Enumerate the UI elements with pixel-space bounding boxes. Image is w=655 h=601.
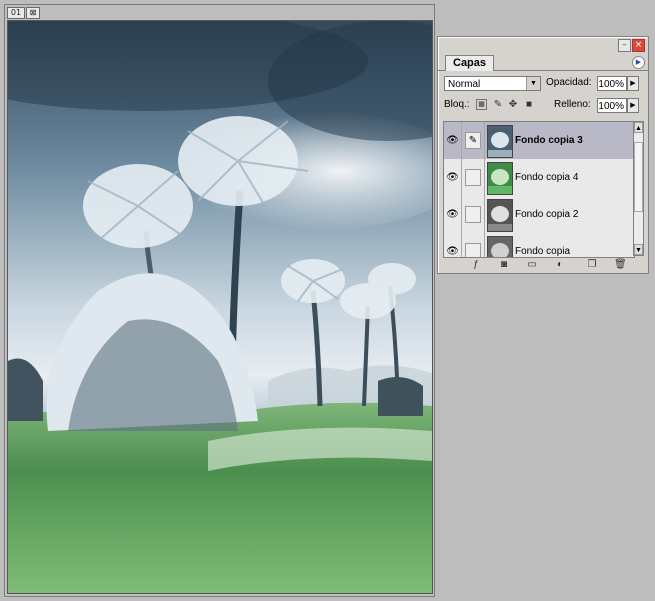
layer-name: Fondo copia 4 xyxy=(515,172,579,183)
link-box xyxy=(465,206,481,223)
palette-tab-row: Capas ▶ xyxy=(438,54,648,71)
document-number-tab[interactable]: 01 xyxy=(7,7,25,19)
layers-list: 👁 ✎ Fondo copia 3 👁 Fondo copia 4 👁 Fond… xyxy=(443,121,635,258)
lock-move-icon[interactable]: ✥ xyxy=(507,99,519,111)
opacity-slider-button[interactable]: ▶ xyxy=(627,76,639,91)
lock-label: Bloq.: xyxy=(444,99,470,110)
blend-mode-select[interactable]: Normal ▼ xyxy=(444,76,541,91)
layer-link-cell[interactable] xyxy=(462,159,485,196)
trash-icon[interactable]: 🗑 xyxy=(614,259,627,271)
close-palette-icon[interactable]: × xyxy=(632,39,645,52)
layer-row[interactable]: 👁 ✎ Fondo copia 3 xyxy=(444,122,634,160)
blend-mode-value: Normal xyxy=(448,79,481,90)
palette-titlebar: – × xyxy=(438,37,648,52)
adjustment-layer-icon[interactable]: ◐ xyxy=(554,259,566,271)
layer-link-cell[interactable]: ✎ xyxy=(462,122,485,159)
layer-thumbnail xyxy=(487,125,513,158)
palette-menu-icon[interactable]: ▶ xyxy=(632,56,645,69)
lock-all-icon[interactable]: ■ xyxy=(523,99,535,111)
layer-row[interactable]: 👁 Fondo copia 2 xyxy=(444,196,634,234)
layers-scrollbar[interactable]: ▲ ▼ xyxy=(633,121,644,256)
eye-icon[interactable]: 👁 xyxy=(444,196,462,233)
image-canvas[interactable] xyxy=(7,20,433,594)
fill-label: Relleno: xyxy=(554,99,591,110)
layer-style-icon[interactable]: ƒ xyxy=(470,259,482,271)
layer-name: Fondo copia 3 xyxy=(515,135,583,146)
layer-link-cell[interactable] xyxy=(462,233,485,257)
scroll-thumb[interactable] xyxy=(634,142,643,212)
document-window: 01 ⊠ xyxy=(4,4,435,597)
chevron-down-icon: ▼ xyxy=(526,77,540,90)
layers-palette: – × Capas ▶ Normal ▼ Opacidad: 100% ▶ Bl… xyxy=(437,36,649,274)
layer-link-cell[interactable] xyxy=(462,196,485,233)
opacity-field[interactable]: 100% xyxy=(597,76,627,91)
scroll-up-icon[interactable]: ▲ xyxy=(634,122,643,133)
lock-fill-row: Bloq.: ▦ ✎ ✥ ■ Relleno: 100% ▶ xyxy=(444,98,642,116)
mask-icon[interactable]: ◙ xyxy=(498,259,510,271)
layer-row[interactable]: 👁 Fondo copia xyxy=(444,233,634,257)
close-icon[interactable]: ⊠ xyxy=(26,7,40,19)
fill-slider-button[interactable]: ▶ xyxy=(627,98,639,113)
layer-row[interactable]: 👁 Fondo copia 4 xyxy=(444,159,634,197)
palette-bottom-bar: ƒ ◙ ▭ ◐ ❐ 🗑 xyxy=(438,259,648,271)
layer-name: Fondo copia 2 xyxy=(515,209,579,220)
layer-thumbnail xyxy=(487,236,513,257)
folder-icon[interactable]: ▭ xyxy=(526,259,538,271)
opacity-label: Opacidad: xyxy=(546,77,592,88)
link-box xyxy=(465,243,481,257)
eye-icon[interactable]: 👁 xyxy=(444,159,462,196)
eye-icon[interactable]: 👁 xyxy=(444,122,462,159)
document-tabbar: 01 ⊠ xyxy=(5,5,434,19)
blend-opacity-row: Normal ▼ Opacidad: 100% ▶ xyxy=(444,76,642,94)
new-layer-icon[interactable]: ❐ xyxy=(586,259,598,271)
minimize-icon[interactable]: – xyxy=(618,39,631,52)
scroll-down-icon[interactable]: ▼ xyxy=(634,244,643,255)
link-box xyxy=(465,169,481,186)
layer-thumbnail xyxy=(487,162,513,195)
lock-transparency-icon[interactable]: ▦ xyxy=(476,99,487,110)
tab-capas[interactable]: Capas xyxy=(445,55,495,71)
layer-name: Fondo copia xyxy=(515,246,571,257)
photo-palm-trees xyxy=(8,21,432,593)
brush-icon: ✎ xyxy=(465,132,481,149)
lock-brush-icon[interactable]: ✎ xyxy=(492,99,504,111)
fill-field[interactable]: 100% xyxy=(597,98,627,113)
layer-thumbnail xyxy=(487,199,513,232)
eye-icon[interactable]: 👁 xyxy=(444,233,462,257)
